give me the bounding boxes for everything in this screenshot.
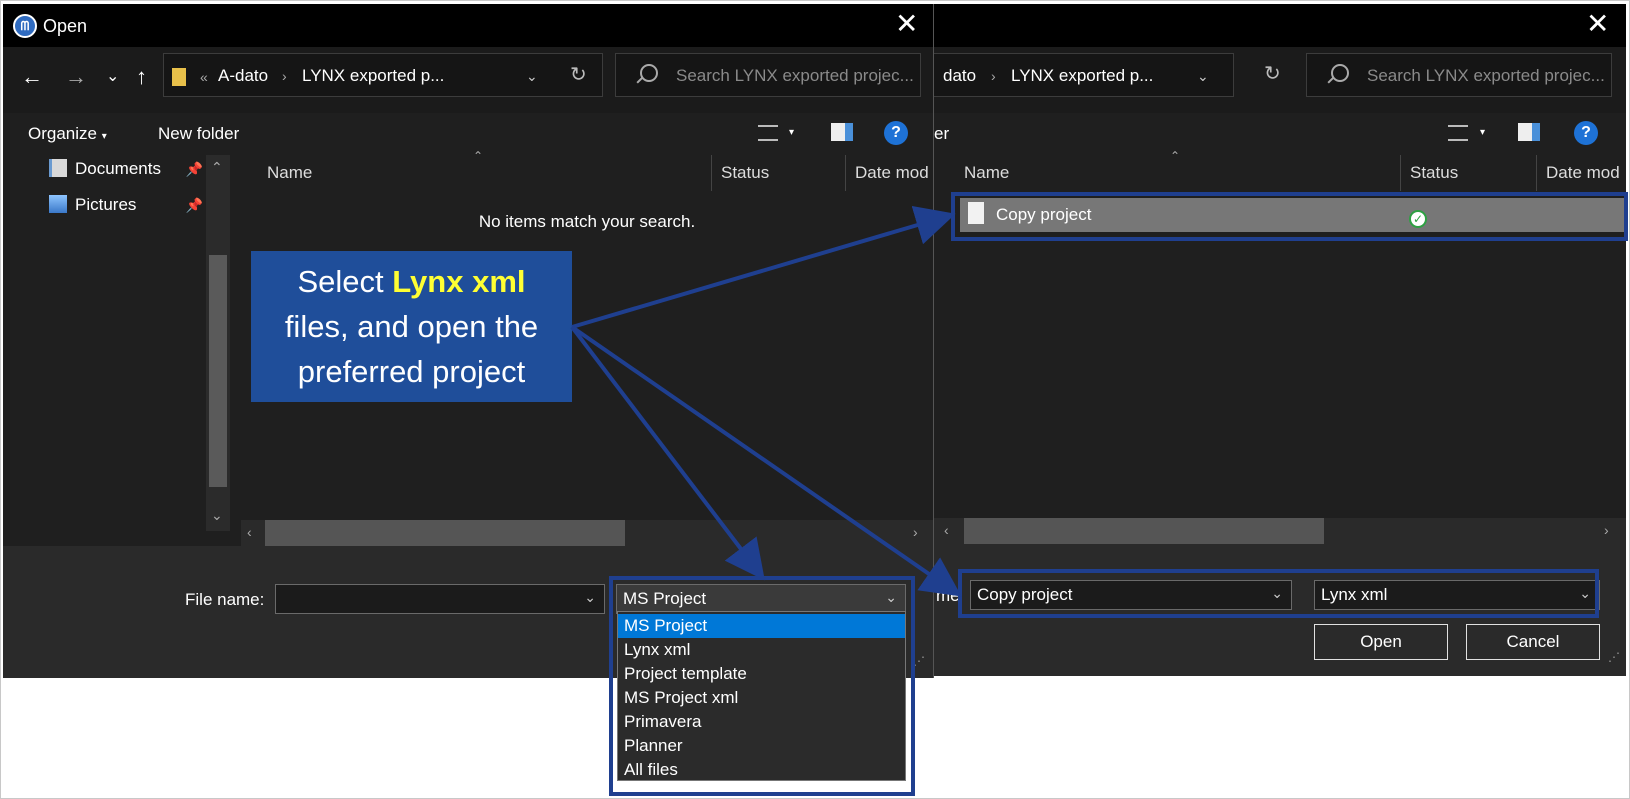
- arrow-to-file-fields: [570, 325, 962, 597]
- arrow-to-selected-file: [571, 205, 956, 329]
- arrow-to-file-type-dropdown: [570, 325, 765, 581]
- annotation-arrows: [570, 205, 962, 597]
